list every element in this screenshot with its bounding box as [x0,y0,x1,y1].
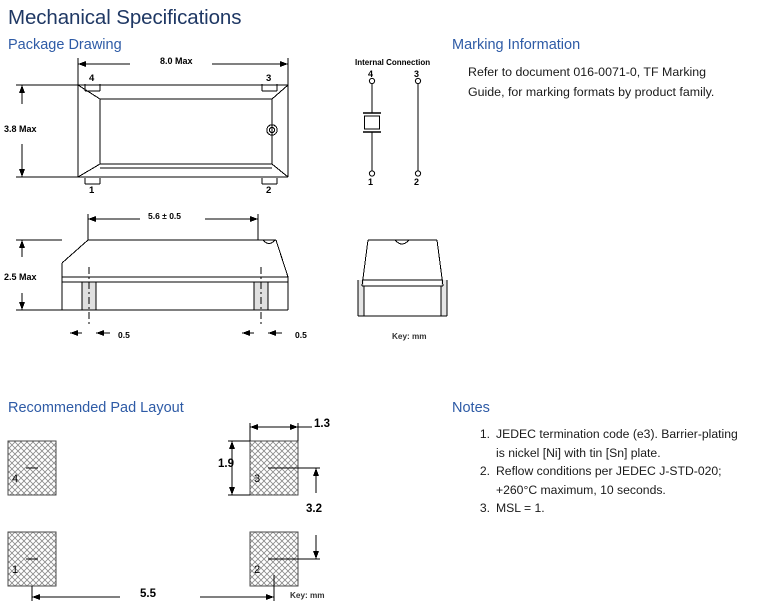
package-side-view [0,205,330,350]
internal-connection-schematic [350,68,450,188]
note-text: JEDEC termination code (e3). Barrier-pla… [496,427,738,460]
top-view-width-dimension: 8.0 Max [160,56,193,66]
section-heading-notes: Notes [452,400,490,416]
side-view-length-dimension: 5.6 ± 0.5 [148,211,182,221]
side-view-lead-dimension-right: 0.5 [295,330,307,340]
top-view-pin-label-2: 2 [266,185,272,196]
internal-connection-title: Internal Connection [355,58,431,67]
page-title: Mechanical Specifications [8,6,242,29]
marking-information-body: Refer to document 016-0071-0, TF Marking… [468,65,715,99]
pad-label-2: 2 [254,564,261,576]
top-view-pin-label-1: 1 [89,185,95,196]
top-view-pin-label-3: 3 [266,73,272,84]
pad-layout-drawing [0,415,370,615]
internal-connection-pin-3: 3 [414,69,420,79]
internal-connection-pin-1: 1 [368,177,374,187]
note-text: MSL = 1. [496,501,545,516]
section-heading-package-drawing: Package Drawing [8,37,122,53]
pad-height-dimension: 1.9 [218,458,234,470]
side-view-lead-dimension-left: 0.5 [118,330,130,340]
pad-vertical-pitch-dimension: 3.2 [306,503,322,515]
pad-label-3: 3 [254,473,261,485]
internal-connection-pin-4: 4 [368,69,374,79]
pad-label-1: 1 [12,564,19,576]
section-heading-pad-layout: Recommended Pad Layout [8,400,184,416]
pad-label-4: 4 [12,473,19,485]
package-top-view [0,52,320,192]
note-item: 1. JEDEC termination code (e3). Barrier-… [470,425,748,462]
note-item: 2. Reflow conditions per JEDEC J-STD-020… [470,462,748,499]
note-item: 3. MSL = 1. [470,499,748,518]
section-heading-marking-information: Marking Information [452,37,581,53]
pad-width-dimension: 1.3 [314,418,330,430]
top-view-height-dimension: 3.8 Max [4,124,37,134]
note-text: Reflow conditions per JEDEC J-STD-020; +… [496,464,722,497]
note-number: 3. [479,501,490,516]
pad-layout-key-label: Key: mm [290,591,325,600]
internal-connection-pin-2: 2 [414,177,420,187]
end-view-key-label: Key: mm [392,332,427,341]
package-end-view [340,228,470,338]
note-number: 2. [479,464,490,479]
datasheet-page: Mechanical Specifications Package Drawin… [0,0,760,616]
notes-list: 1. JEDEC termination code (e3). Barrier-… [470,425,748,518]
pad-horizontal-pitch-dimension: 5.5 [140,588,156,600]
note-number: 1. [479,427,490,441]
side-view-height-dimension: 2.5 Max [4,272,37,282]
top-view-pin-label-4: 4 [89,73,95,84]
